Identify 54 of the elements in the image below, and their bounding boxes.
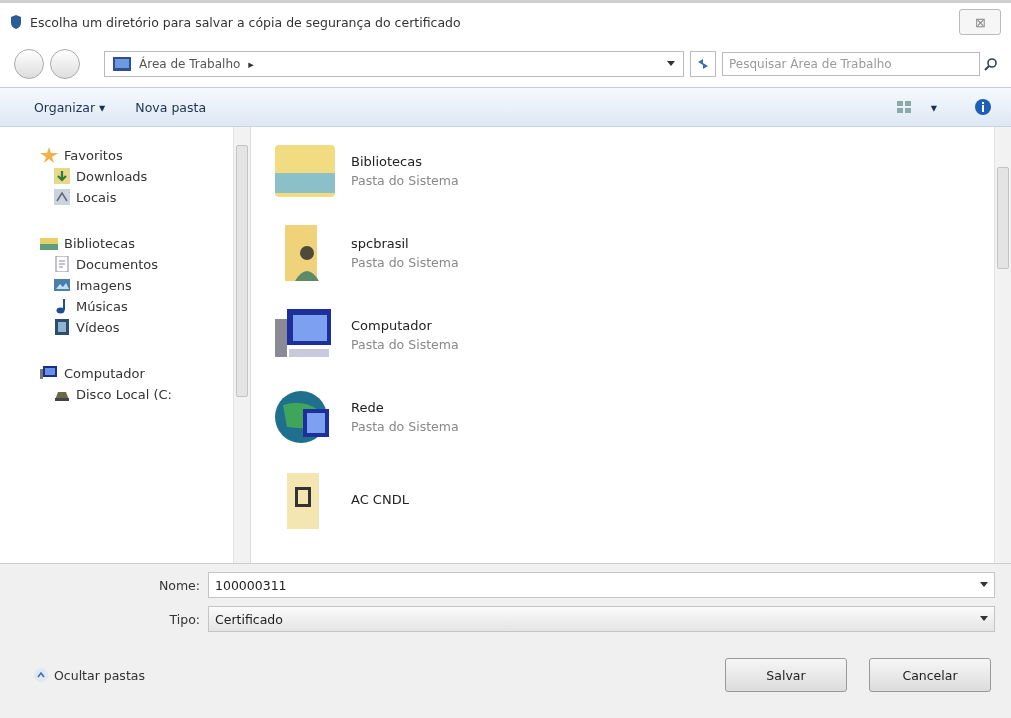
sidebar-item[interactable]: Favoritos [64,147,123,163]
search-icon [984,57,997,71]
organize-button[interactable]: Organizar ▾ [26,95,114,119]
file-name[interactable]: spcbrasil [351,236,459,251]
sidebar-item[interactable]: Documentos [76,256,159,272]
new-folder-button[interactable]: Nova pasta [127,95,215,119]
file-type: Pasta do Sistema [351,173,459,188]
download-icon [54,168,70,184]
sidebar-item[interactable]: Disco Local (C: [76,386,172,402]
file-type: Pasta do Sistema [351,419,459,434]
sidebar-item[interactable]: Computador [64,365,145,381]
sidebar-item[interactable]: Músicas [76,298,128,314]
dropdown-icon[interactable] [667,61,675,67]
search-field[interactable]: Pesquisar Área de Trabalho [722,52,980,76]
address-bar[interactable]: Área de Trabalho ▸ [104,51,684,77]
sidebar-item[interactable]: Locais [76,189,117,205]
refresh-button[interactable] [690,51,716,77]
sidebar-item[interactable]: Imagens [76,277,132,293]
help-icon[interactable] [975,99,991,115]
save-button[interactable]: Salvar [725,658,847,692]
file-name[interactable]: Rede [351,400,459,415]
file-name-field[interactable]: 100000311 [208,572,995,598]
library-icon [40,235,58,251]
field-label: Tipo: [168,611,200,627]
file-type: Pasta do Sistema [351,255,459,270]
close-button[interactable]: ⊠ [959,9,1001,35]
scrollbar[interactable] [233,127,250,563]
shield-icon [10,15,22,29]
file-type: Pasta do Sistema [351,337,459,352]
scrollbar[interactable] [994,127,1011,563]
cancel-button[interactable]: Cancelar [869,658,991,692]
dropdown-icon[interactable] [980,616,988,622]
views-dropdown-button[interactable]: ▾ [926,97,941,117]
chevron-up-icon [34,668,48,682]
breadcrumb-arrow[interactable]: ▸ [248,57,254,71]
desktop-icon [113,57,131,71]
address-location: Área de Trabalho [139,57,241,71]
computer-icon [40,365,58,381]
hide-folders-button[interactable]: Ocultar pastas [34,667,145,683]
star-icon [40,147,58,163]
sidebar-item[interactable]: Bibliotecas [64,235,135,251]
document-icon [54,256,70,272]
field-label: Nome: [157,577,200,593]
image-icon [54,277,70,293]
refresh-icon [696,57,710,71]
dropdown-icon[interactable] [980,582,988,588]
video-icon [54,319,70,335]
file-name[interactable]: Computador [351,318,459,333]
sidebar-item[interactable]: Vídeos [76,319,120,335]
file-name[interactable]: AC CNDL [351,491,409,507]
file-name[interactable]: Bibliotecas [351,154,459,169]
window-title: Escolha um diretório para salvar a cópia de segurança do certificado [30,14,461,30]
sidebar-item[interactable]: Downloads [76,168,148,184]
file-type-dropdown[interactable]: Certificado [208,606,995,632]
